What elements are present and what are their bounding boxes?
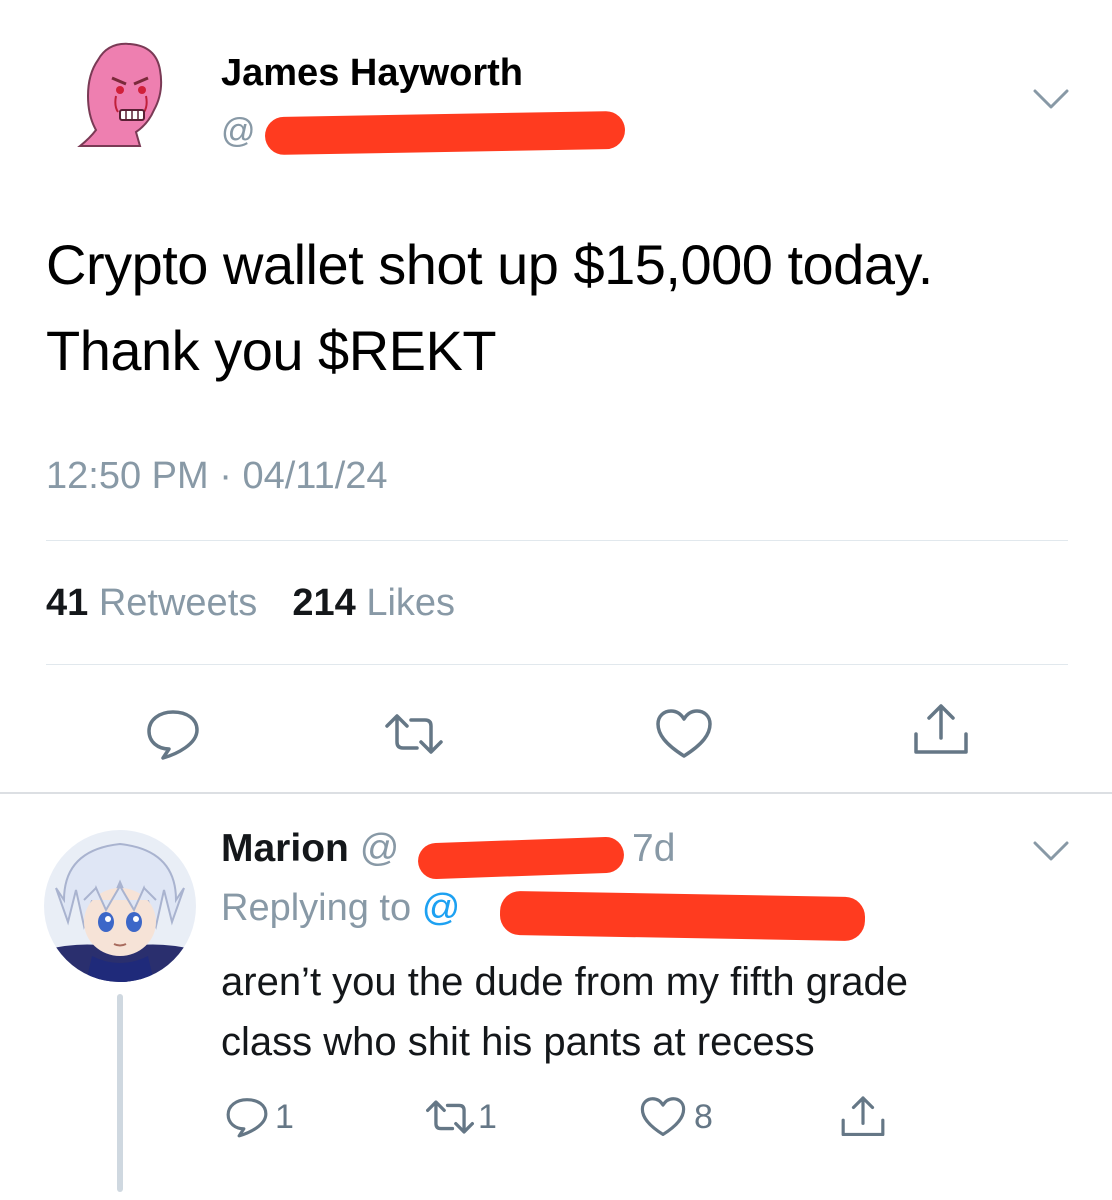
redaction-mark (264, 110, 626, 156)
replying-prefix: Replying to (221, 887, 412, 929)
likes-count: 214 (292, 582, 356, 624)
reply-age: 7d (632, 827, 676, 870)
likes-label: Likes (366, 582, 456, 624)
reply-retweet-action[interactable]: 1 (426, 1094, 497, 1140)
retweet-icon (426, 1100, 474, 1134)
reply-like-action[interactable]: 8 (640, 1094, 713, 1140)
replying-handle[interactable]: @ (422, 887, 461, 929)
reply-icon (226, 1098, 268, 1138)
tweet-stats: 41 Retweets 214 Likes (46, 582, 455, 625)
reply-text: aren’t you the dude from my fifth grade … (221, 952, 1081, 1072)
reply-author-avatar[interactable] (44, 830, 196, 982)
author-name[interactable]: James Hayworth (221, 52, 523, 95)
redaction-mark (417, 836, 625, 880)
author-handle[interactable]: @ (221, 112, 256, 151)
wojak-avatar-image (77, 42, 163, 147)
retweet-icon[interactable] (385, 712, 443, 756)
separator-dot: · (219, 455, 232, 497)
tweet-date: 04/11/24 (242, 455, 388, 497)
reply-author-handle[interactable]: @ (360, 827, 400, 870)
reply-icon[interactable] (145, 708, 201, 760)
anime-avatar-image (44, 830, 196, 982)
reply-author-name[interactable]: Marion (221, 827, 349, 870)
retweets-count: 41 (46, 582, 89, 624)
chevron-down-icon[interactable] (1033, 88, 1069, 110)
like-count: 8 (694, 1097, 713, 1136)
retweets-label: Retweets (98, 582, 258, 624)
share-icon[interactable] (912, 702, 970, 758)
reply-header: Marion @ (221, 827, 399, 871)
reply-count: 1 (275, 1097, 294, 1136)
share-icon[interactable] (840, 1094, 886, 1140)
tweet-time: 12:50 PM (46, 455, 209, 497)
thread-line (117, 994, 123, 1192)
redaction-mark (499, 890, 866, 942)
tweet-timestamp: 12:50 PM · 04/11/24 (46, 455, 388, 498)
chevron-down-icon[interactable] (1033, 840, 1069, 862)
tweet-text-line1: Crypto wallet shot up $15,000 today. (46, 233, 933, 296)
retweets-stat[interactable]: 41 Retweets (46, 582, 257, 624)
reply-text-line1: aren’t you the dude from my fifth grade (221, 960, 909, 1004)
reply-text-line2: class who shit his pants at recess (221, 1020, 815, 1064)
handle-visible: @ (221, 112, 256, 150)
like-icon (640, 1097, 686, 1137)
retweet-count: 1 (478, 1097, 497, 1136)
like-icon[interactable] (655, 708, 713, 760)
divider (46, 664, 1068, 665)
tweet-text: Crypto wallet shot up $15,000 today. Tha… (46, 222, 1086, 394)
divider (46, 540, 1068, 541)
author-avatar[interactable] (68, 40, 178, 150)
replying-to: Replying to @ (221, 887, 460, 930)
likes-stat[interactable]: 214 Likes (292, 582, 455, 624)
tweet-text-line2: Thank you $REKT (46, 319, 497, 382)
reply-reply-action[interactable]: 1 (225, 1094, 294, 1140)
tweet-separator (0, 792, 1112, 794)
